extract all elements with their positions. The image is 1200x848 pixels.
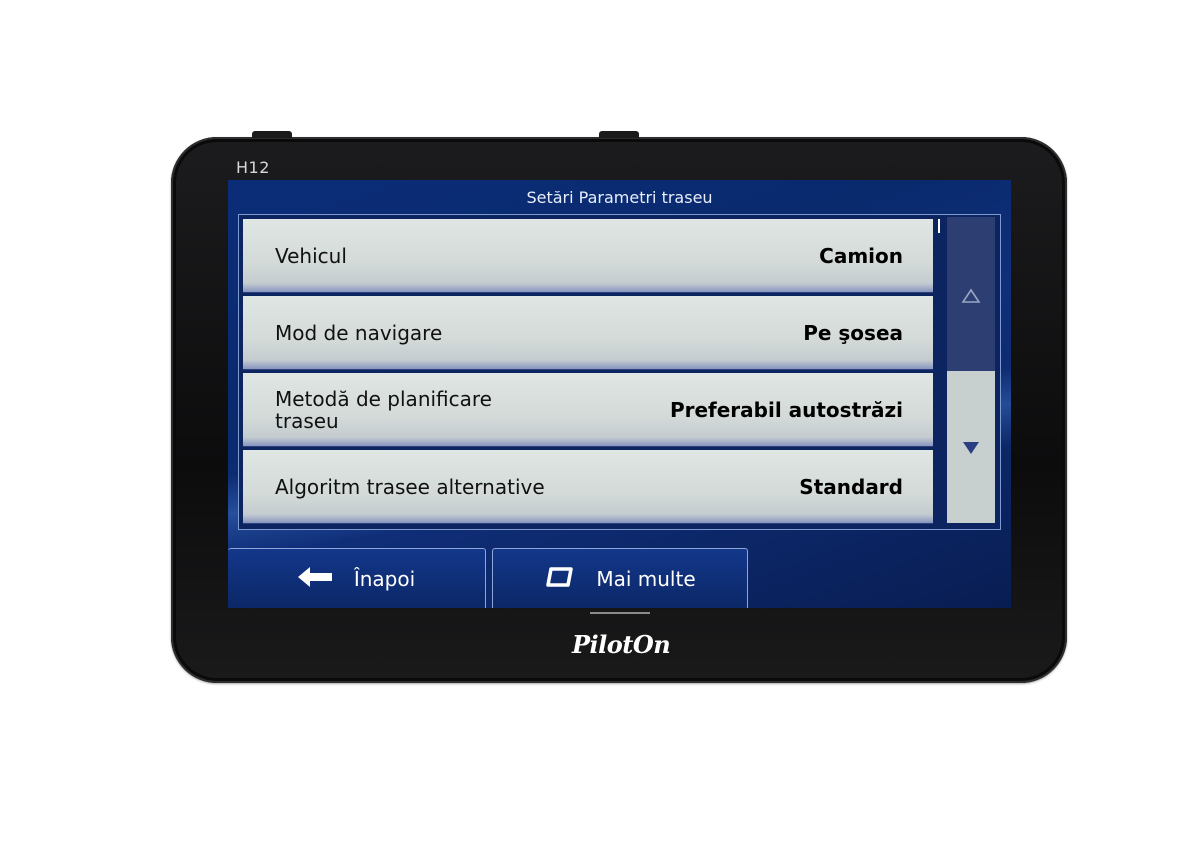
- setting-value: Camion: [819, 243, 903, 268]
- setting-row-vehicle[interactable]: Vehicul Camion: [243, 219, 933, 293]
- scroll-down-button[interactable]: [961, 439, 981, 459]
- setting-label: Algoritm trasee alternative: [275, 474, 545, 499]
- model-label: H12: [236, 158, 270, 177]
- scroll-up-button[interactable]: [961, 287, 981, 307]
- setting-label: Mod de navigare: [275, 320, 443, 345]
- settings-list: Vehicul Camion Mod de navigare Pe şosea …: [238, 214, 1001, 530]
- back-button[interactable]: Înapoi: [228, 548, 486, 608]
- setting-value: Standard: [799, 474, 903, 499]
- setting-label: Vehicul: [275, 243, 347, 268]
- back-button-label: Înapoi: [353, 567, 416, 591]
- setting-row-route-planning-method[interactable]: Metodă de planificare traseu Preferabil …: [243, 373, 933, 447]
- setting-row-alternative-routes-algorithm[interactable]: Algoritm trasee alternative Standard: [243, 450, 933, 524]
- setting-value: Preferabil autostrăzi: [669, 397, 903, 422]
- brand-logo: PilotOn: [572, 630, 671, 659]
- rounded-square-icon: [544, 566, 574, 592]
- more-button[interactable]: Mai multe: [492, 548, 748, 608]
- scrollbar[interactable]: [947, 217, 995, 523]
- home-indicator: [590, 612, 650, 614]
- page-title: Setări Parametri traseu: [526, 188, 713, 207]
- scroll-position-indicator: [938, 219, 940, 233]
- more-button-label: Mai multe: [596, 567, 696, 591]
- hardware-button-power[interactable]: [599, 131, 639, 138]
- triangle-up-icon: [961, 288, 981, 303]
- triangle-down-icon: [963, 442, 979, 454]
- setting-row-navigation-mode[interactable]: Mod de navigare Pe şosea: [243, 296, 933, 370]
- setting-label: Metodă de planificare traseu: [275, 386, 492, 433]
- hardware-button-left[interactable]: [252, 131, 292, 138]
- arrow-left-icon: [297, 566, 332, 592]
- navigation-screen: Setări Parametri traseu Vehicul Camion M…: [228, 180, 1011, 608]
- setting-value: Pe şosea: [803, 320, 903, 345]
